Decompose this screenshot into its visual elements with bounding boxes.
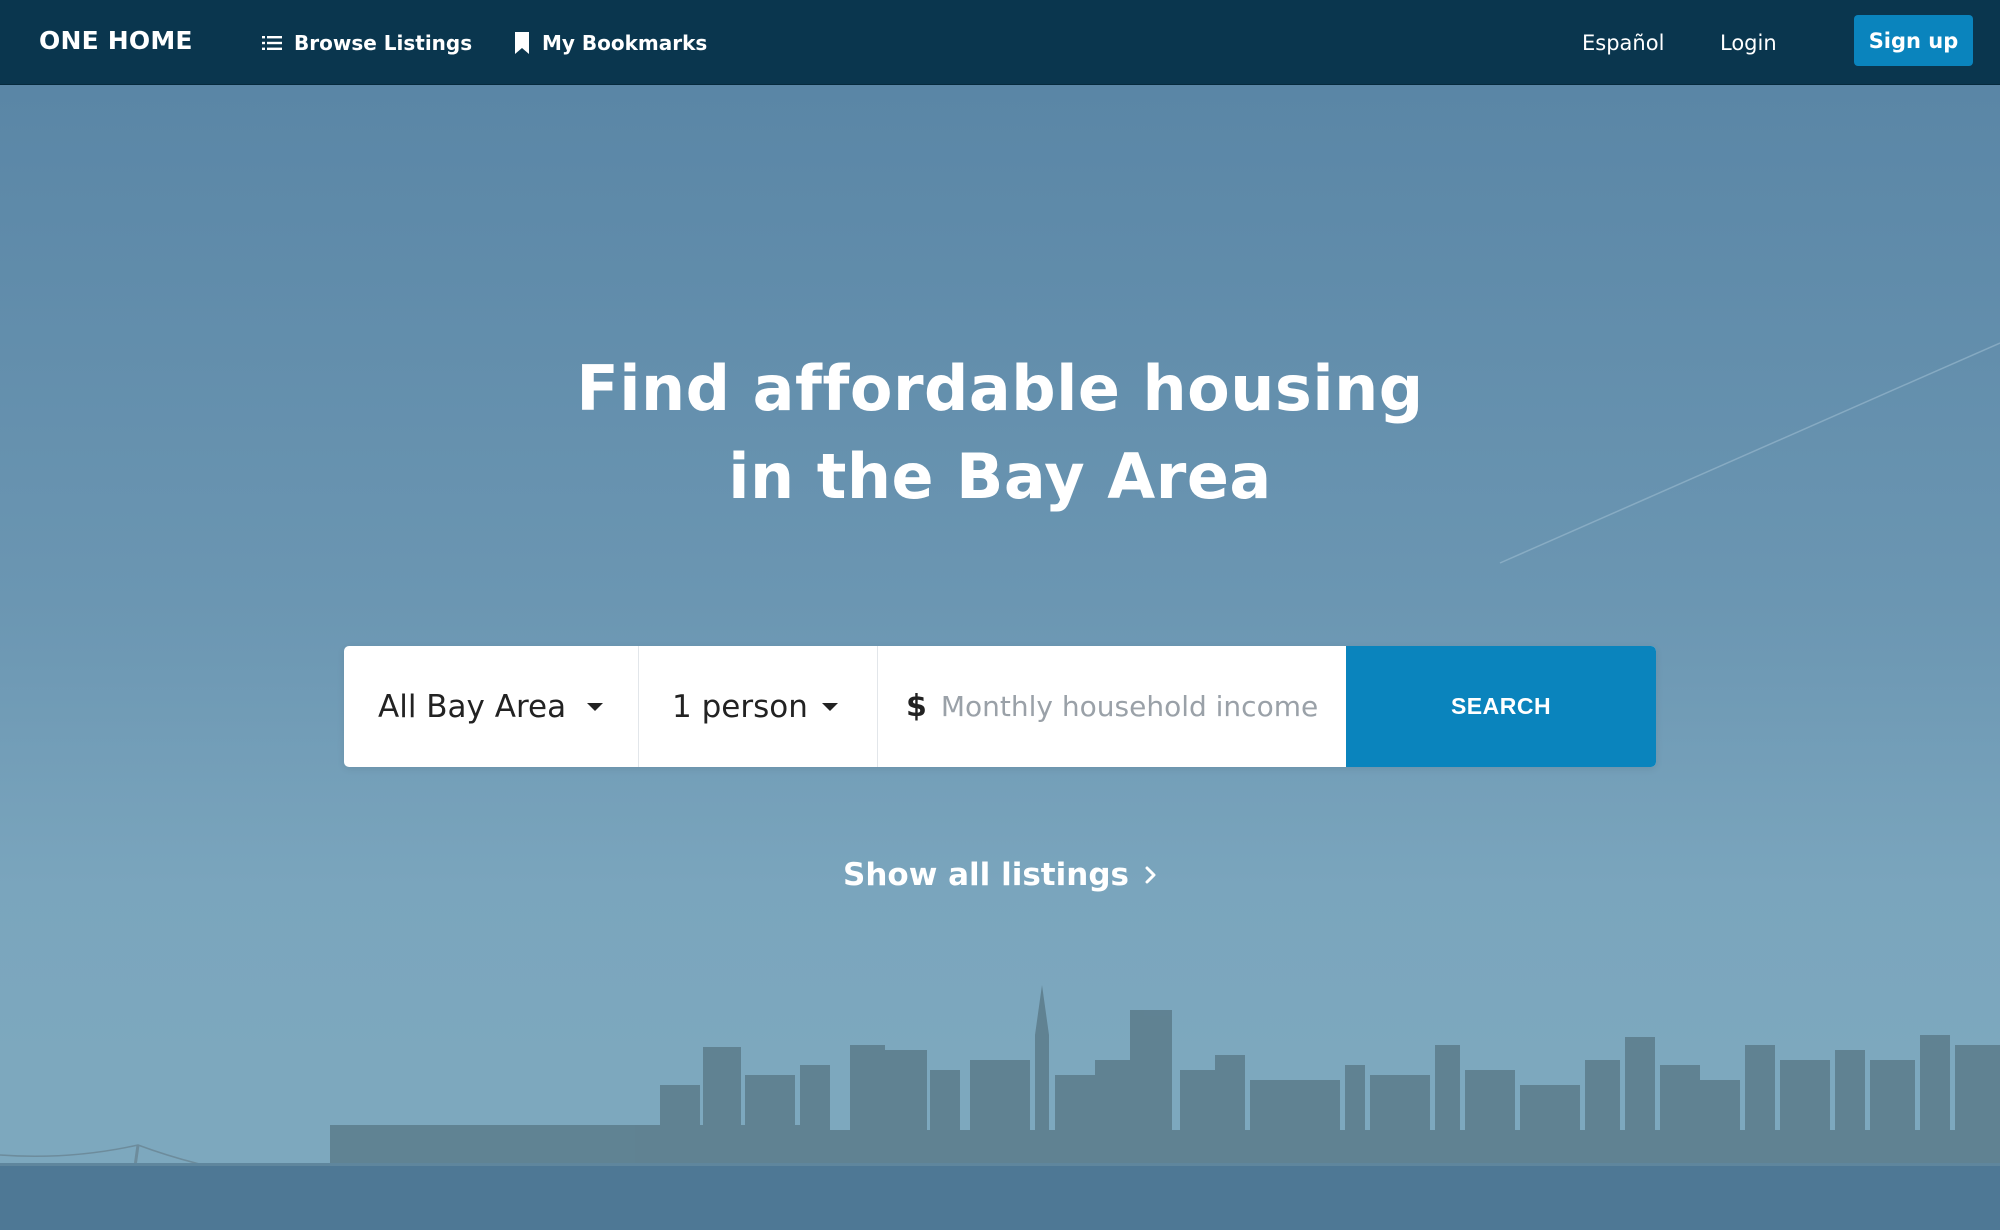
dollar-icon: $ [906,689,927,724]
my-bookmarks-label: My Bookmarks [542,31,708,55]
region-value: All Bay Area [378,688,567,725]
login-link[interactable]: Login [1720,27,1777,59]
language-toggle[interactable]: Español [1582,27,1664,59]
monthly-income-input[interactable] [940,690,1341,723]
list-icon [262,36,282,50]
my-bookmarks-link[interactable]: My Bookmarks [514,27,707,59]
browse-listings-label: Browse Listings [294,31,473,55]
household-size-select[interactable]: 1 person [639,646,878,767]
hero-section: Find affordable housing in the Bay Area … [0,85,2000,1230]
top-navbar: ONE HOME Browse Listings My Bookmarks Es… [0,0,2000,85]
show-all-listings-label: Show all listings [843,857,1129,893]
brand-logo[interactable]: ONE HOME [39,26,193,55]
income-field-wrapper: $ [878,646,1346,767]
bookmark-icon [514,32,530,54]
housing-search-bar: All Bay Area 1 person $ SEARCH [344,646,1656,767]
browse-listings-link[interactable]: Browse Listings [262,27,472,59]
search-button[interactable]: SEARCH [1346,646,1656,767]
headline-line-1: Find affordable housing [576,352,1424,425]
household-size-value: 1 person [672,688,808,725]
hero-headline: Find affordable housing in the Bay Area [0,345,2000,521]
headline-line-2: in the Bay Area [728,440,1272,513]
sign-up-button[interactable]: Sign up [1854,15,1973,66]
caret-down-icon [822,703,838,711]
caret-down-icon [587,703,603,711]
chevron-right-icon [1145,865,1157,885]
region-select[interactable]: All Bay Area [344,646,639,767]
show-all-listings-link[interactable]: Show all listings [0,857,2000,893]
